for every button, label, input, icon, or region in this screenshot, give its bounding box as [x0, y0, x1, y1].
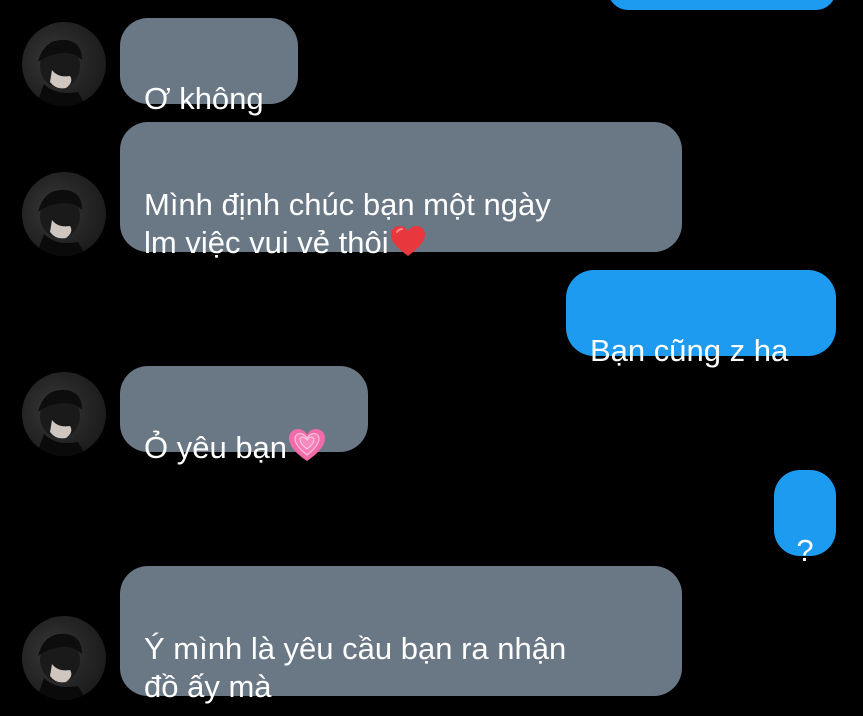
message-text: Ỏ yêu bạn: [144, 430, 288, 465]
person-photo-icon: [36, 389, 86, 456]
message-text: Mình định chúc bạn một ngày lm việc vui …: [144, 187, 551, 260]
incoming-message-bubble[interactable]: Ơ không: [120, 18, 298, 116]
person-photo-icon: [36, 633, 86, 700]
contact-avatar[interactable]: [22, 172, 106, 256]
outgoing-message-bubble[interactable]: Bạn cũng z ha: [566, 270, 836, 368]
red-heart-icon: [390, 225, 426, 266]
outgoing-message-bubble[interactable]: ?: [774, 470, 836, 568]
contact-avatar[interactable]: [22, 22, 106, 106]
incoming-message-bubble[interactable]: Ý mình là yêu cầu bạn ra nhận đồ ấy mà: [120, 566, 682, 704]
chat-thread: Ơ không Mình định chúc bạn một ngày lm v…: [0, 0, 863, 716]
incoming-message-bubble[interactable]: Ỏ yêu bạn: [120, 366, 368, 465]
contact-avatar[interactable]: [22, 372, 106, 456]
contact-avatar[interactable]: [22, 616, 106, 700]
outgoing-message-bubble-partial[interactable]: [608, 0, 836, 10]
incoming-message-bubble[interactable]: Mình định chúc bạn một ngày lm việc vui …: [120, 122, 682, 260]
person-photo-icon: [36, 189, 86, 256]
message-text: ?: [796, 533, 814, 568]
message-text: Bạn cũng z ha: [590, 333, 789, 368]
person-photo-icon: [36, 39, 86, 106]
message-text: Ý mình là yêu cầu bạn ra nhận đồ ấy mà: [144, 631, 567, 704]
growing-pink-heart-icon: [288, 428, 326, 471]
message-text: Ơ không: [144, 81, 264, 116]
